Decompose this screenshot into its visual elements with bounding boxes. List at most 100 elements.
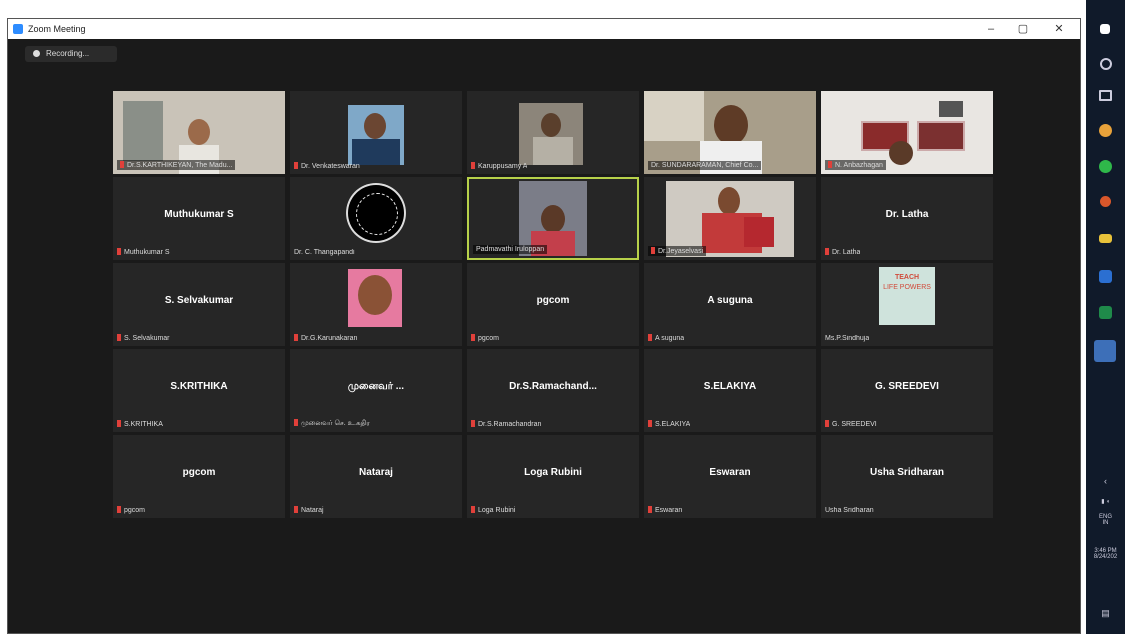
participant-tile[interactable]: முனைவர் ... முனைவர் செ. உ.கதிர xyxy=(290,349,462,432)
whatsapp-icon[interactable] xyxy=(1099,160,1112,173)
participant-name: Dr.G.Karunakaran xyxy=(301,335,358,342)
zoom-logo-icon xyxy=(13,24,23,34)
chevron-up-icon[interactable]: ‹ xyxy=(1086,476,1125,486)
participant-tile[interactable]: S.ELAKIYA S.ELAKIYA xyxy=(644,349,816,432)
participant-display-name: S.ELAKIYA xyxy=(703,381,757,392)
muted-mic-icon xyxy=(825,248,829,255)
participant-tile[interactable]: N. Anbazhagan xyxy=(821,91,993,174)
participant-display-name: முனைவர் ... xyxy=(347,381,405,392)
participant-name: Eswaran xyxy=(655,507,683,514)
participant-name: Loga Rubini xyxy=(478,507,516,514)
participant-name: N. Anbazhagan xyxy=(835,162,883,169)
participant-tile[interactable]: pgcom pgcom xyxy=(467,263,639,346)
participant-tile[interactable]: Muthukumar S Muthukumar S xyxy=(113,177,285,260)
maximize-icon[interactable]: ▢ xyxy=(1012,21,1034,37)
chrome-icon[interactable] xyxy=(1099,124,1112,137)
task-view-icon[interactable] xyxy=(1099,90,1112,101)
participant-name: Dr.Jeyaselvasi xyxy=(658,248,704,255)
participant-tile[interactable]: Dr.S.Ramachand... Dr.S.Ramachandran xyxy=(467,349,639,432)
participant-tile[interactable]: Usha Sridharan Usha Sridharan xyxy=(821,435,993,518)
participant-display-name: Muthukumar S xyxy=(164,209,234,220)
muted-mic-icon xyxy=(294,419,298,426)
muted-mic-icon xyxy=(117,248,121,255)
participant-tile[interactable]: TEACH LIFE POWERS Ms.P.Sindhuja xyxy=(821,263,993,346)
language-indicator[interactable]: ENG IN xyxy=(1086,514,1125,526)
participant-tile[interactable]: A suguna A suguna xyxy=(644,263,816,346)
participant-name: Dr. SUNDARARAMAN, Chief Co... xyxy=(651,162,759,169)
notification-icon[interactable]: ▤ xyxy=(1086,608,1125,619)
participant-name: S.ELAKIYA xyxy=(655,421,691,428)
participant-tile[interactable]: Karuppusamy A xyxy=(467,91,639,174)
participant-name: pgcom xyxy=(124,507,146,514)
participant-display-name: S. Selvakumar xyxy=(164,295,234,306)
participant-display-name: Eswaran xyxy=(709,467,751,478)
participant-name: Muthukumar S xyxy=(124,249,170,256)
participant-tile[interactable]: Loga Rubini Loga Rubini xyxy=(467,435,639,518)
muted-mic-icon xyxy=(471,334,475,341)
participant-tile[interactable]: Dr. Latha Dr. Latha xyxy=(821,177,993,260)
participant-tile[interactable]: S.KRITHIKA S.KRITHIKA xyxy=(113,349,285,432)
participant-name: pgcom xyxy=(478,335,500,342)
participant-tile[interactable]: Eswaran Eswaran xyxy=(644,435,816,518)
participant-tile[interactable]: Dr.S.KARTHIKEYAN, The Madu... xyxy=(113,91,285,174)
participant-tile[interactable]: Dr. Venkateswaran xyxy=(290,91,462,174)
word-icon[interactable] xyxy=(1099,270,1112,283)
search-icon[interactable] xyxy=(1100,58,1112,70)
recording-indicator[interactable]: Recording... xyxy=(25,46,117,62)
network-icon[interactable]: ▮ ◖ xyxy=(1086,498,1125,505)
poster-line1: TEACH xyxy=(894,274,920,281)
participant-name: S.KRITHIKA xyxy=(124,421,163,428)
app-icon[interactable] xyxy=(1100,196,1111,207)
participant-display-name: pgcom xyxy=(182,467,216,478)
participant-name: Dr.S.KARTHIKEYAN, The Madu... xyxy=(127,162,233,169)
muted-mic-icon xyxy=(648,420,652,427)
participant-tile[interactable]: Dr. C. Thangapandi xyxy=(290,177,462,260)
muted-mic-icon xyxy=(471,162,475,169)
minimize-icon[interactable]: – xyxy=(980,21,1002,37)
region-label: IN xyxy=(1102,520,1109,526)
muted-mic-icon xyxy=(294,506,298,513)
close-icon[interactable]: ✕ xyxy=(1048,21,1070,37)
participant-name: Dr. Venkateswaran xyxy=(301,163,360,170)
muted-mic-icon xyxy=(294,334,298,341)
participant-tile[interactable]: G. SREEDEVI G. SREEDEVI xyxy=(821,349,993,432)
participant-display-name: S.KRITHIKA xyxy=(170,381,228,392)
muted-mic-icon xyxy=(471,506,475,513)
participant-tile[interactable]: pgcom pgcom xyxy=(113,435,285,518)
excel-icon[interactable] xyxy=(1099,306,1112,319)
participant-name: Nataraj xyxy=(301,507,324,514)
participant-name: Dr. Latha xyxy=(832,249,861,256)
participant-tile[interactable]: S. Selvakumar S. Selvakumar xyxy=(113,263,285,346)
participant-name: Dr. C. Thangapandi xyxy=(294,249,355,256)
muted-mic-icon xyxy=(648,506,652,513)
participant-name: Ms.P.Sindhuja xyxy=(825,335,870,342)
windows-taskbar: ‹ ▮ ◖ ENG IN 3:46 PM 8/24/202 ▤ xyxy=(1086,0,1125,634)
muted-mic-icon xyxy=(828,161,832,168)
clock-date: 8/24/202 xyxy=(1093,554,1118,560)
participant-name: Usha Sridharan xyxy=(825,507,874,514)
participant-name: Padmavathi Iruloppan xyxy=(476,246,545,253)
participant-name: Dr.S.Ramachandran xyxy=(478,421,542,428)
participant-display-name: pgcom xyxy=(536,295,570,306)
title-bar: Zoom Meeting – ▢ ✕ xyxy=(8,19,1080,39)
participant-tile[interactable]: Dr.Jeyaselvasi xyxy=(644,177,816,260)
windows-start-icon[interactable] xyxy=(1100,24,1110,34)
participant-name: G. SREEDEVI xyxy=(832,421,877,428)
participant-display-name: G. SREEDEVI xyxy=(875,381,939,392)
muted-mic-icon xyxy=(117,334,121,341)
participant-name: முனைவர் செ. உ.கதிர xyxy=(301,420,370,427)
participant-tile[interactable]: Nataraj Nataraj xyxy=(290,435,462,518)
participant-tile-active-speaker[interactable]: Padmavathi Iruloppan xyxy=(467,177,639,260)
muted-mic-icon xyxy=(648,334,652,341)
file-explorer-icon[interactable] xyxy=(1099,234,1112,243)
participant-tile[interactable]: Dr. SUNDARARAMAN, Chief Co... xyxy=(644,91,816,174)
participant-tile[interactable]: Dr.G.Karunakaran xyxy=(290,263,462,346)
muted-mic-icon xyxy=(294,162,298,169)
poster-line2: LIFE POWERS xyxy=(883,284,931,291)
participant-display-name: Usha Sridharan xyxy=(870,467,944,478)
participant-name: S. Selvakumar xyxy=(124,335,170,342)
zoom-taskbar-icon[interactable] xyxy=(1094,340,1116,362)
clock[interactable]: 3:46 PM 8/24/202 xyxy=(1086,548,1125,560)
muted-mic-icon xyxy=(471,420,475,427)
zoom-window: Zoom Meeting – ▢ ✕ Recording... Dr.S.KAR… xyxy=(7,18,1081,634)
